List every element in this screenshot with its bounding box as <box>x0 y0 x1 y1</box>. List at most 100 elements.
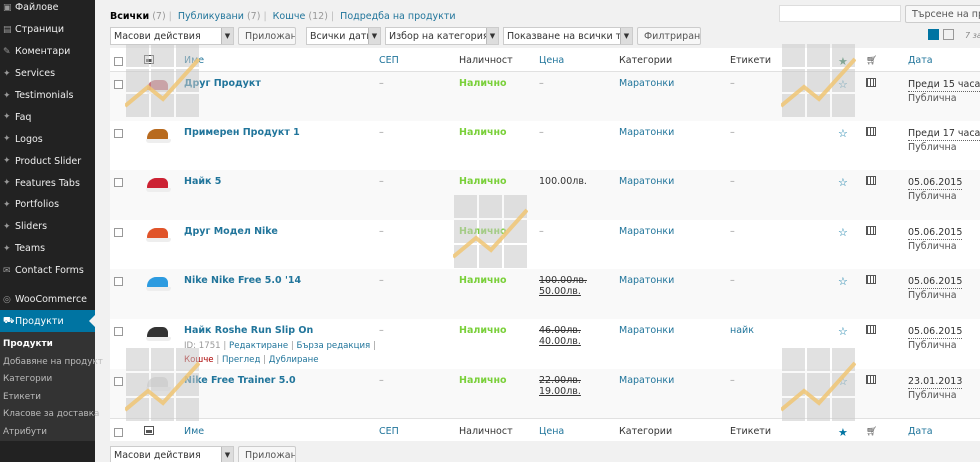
product-name-link[interactable]: Найк 5 <box>184 176 221 187</box>
product-name-link[interactable]: Примерен Продукт 1 <box>184 127 300 138</box>
row-checkbox[interactable] <box>114 79 123 89</box>
testimonials-icon: ✦ <box>3 90 11 101</box>
sidebar-item-contact-forms[interactable]: ✉ Contact Forms <box>0 260 95 282</box>
row-checkbox[interactable] <box>114 376 123 386</box>
column-sku[interactable]: СЕП <box>379 55 399 66</box>
sidebar-item-portfolios[interactable]: ✦ Portfolios <box>0 194 95 216</box>
product-name-link[interactable]: Друг Модел Nike <box>184 226 278 237</box>
search-products-button[interactable]: Търсене на продукт <box>905 5 980 23</box>
product-thumbnail[interactable] <box>144 76 172 96</box>
product-thumbnail[interactable] <box>144 323 172 343</box>
sidebar-item-products[interactable]: ⛟ Продукти <box>0 310 95 333</box>
excerpt-view-icon[interactable] <box>943 29 954 40</box>
select-all-checkbox-bottom[interactable] <box>114 427 123 437</box>
product-type-cart-icon: 🛒︎ <box>866 56 878 66</box>
filter-trash[interactable]: Кошче <box>273 11 306 22</box>
sku-cell: – <box>379 77 384 89</box>
search-input[interactable] <box>779 5 901 22</box>
featured-star-icon[interactable]: ☆ <box>838 375 848 388</box>
row-checkbox[interactable] <box>114 227 123 237</box>
filter-published[interactable]: Публикувани <box>178 11 244 22</box>
sidebar-item-файлове[interactable]: ▣ Файлове <box>0 0 95 19</box>
product-thumbnail[interactable] <box>144 174 172 194</box>
category-link[interactable]: Маратонки <box>619 375 674 386</box>
submenu-shipping-classes[interactable]: Класове за доставка <box>0 406 99 424</box>
apply-button[interactable]: Приложане <box>238 27 296 45</box>
submenu-products[interactable]: Продукти <box>0 336 95 354</box>
sidebar-item-logos[interactable]: ✦ Logos <box>0 128 95 150</box>
featured-star-icon[interactable]: ☆ <box>838 176 848 189</box>
select-all-checkbox[interactable] <box>114 57 123 66</box>
featured-star-icon[interactable]: ☆ <box>838 127 848 140</box>
category-link[interactable]: Маратонки <box>619 127 674 138</box>
product-thumbnail[interactable] <box>144 273 172 293</box>
submenu-attributes[interactable]: Атрибути <box>0 424 95 442</box>
featured-star-icon[interactable]: ☆ <box>838 275 848 288</box>
category-select[interactable]: Избор на категория ▼ <box>385 27 499 45</box>
sidebar-item-features-tabs[interactable]: ✦ Features Tabs <box>0 172 95 194</box>
filter-all[interactable]: Всички <box>110 11 149 22</box>
row-checkbox[interactable] <box>114 128 123 138</box>
post-status: Публична <box>908 339 957 351</box>
submenu-tags[interactable]: Етикети <box>0 389 95 407</box>
featured-star-icon[interactable]: ☆ <box>838 325 848 338</box>
edit-link[interactable]: Редактиране <box>229 341 288 351</box>
sort-products-link[interactable]: Подредба на продукти <box>340 11 455 22</box>
row-checkbox[interactable] <box>114 178 123 188</box>
category-link[interactable]: Маратонки <box>619 275 674 286</box>
view-link[interactable]: Преглед <box>222 355 260 365</box>
submenu-categories[interactable]: Категории <box>0 371 95 389</box>
column-sku-bottom[interactable]: СЕП <box>379 426 399 437</box>
category-link[interactable]: Маратонки <box>619 176 674 187</box>
column-date-bottom[interactable]: Дата <box>908 426 933 437</box>
category-link[interactable]: Маратонки <box>619 226 674 237</box>
product-name-link[interactable]: Найк Roshe Run Slip On <box>184 325 313 336</box>
sidebar-item-woocommerce[interactable]: ◎ WooCommerce <box>0 289 95 311</box>
category-link[interactable]: Маратонки <box>619 325 674 336</box>
column-name-bottom[interactable]: Име <box>184 426 204 437</box>
duplicate-link[interactable]: Дублиране <box>269 355 319 365</box>
featured-star-icon[interactable]: ☆ <box>838 78 848 91</box>
list-view-icon[interactable] <box>928 29 939 40</box>
regular-price: 22.00лв. <box>539 374 581 386</box>
tag-link[interactable]: найк <box>730 325 754 336</box>
sidebar-item-services[interactable]: ✦ Services <box>0 63 95 85</box>
bulk-actions-select[interactable]: Масови действия ▼ <box>110 27 234 45</box>
date-text: 05.06.2015 <box>908 226 963 240</box>
product-thumbnail[interactable] <box>144 224 172 244</box>
sidebar-item-страници[interactable]: ▤ Страници <box>0 19 95 41</box>
row-checkbox[interactable] <box>114 326 123 336</box>
sidebar-item-sliders[interactable]: ✦ Sliders <box>0 216 95 238</box>
filter-button[interactable]: Филтриране <box>637 27 701 45</box>
product-type-select[interactable]: Показване на всички типо ▼ <box>503 27 633 45</box>
column-date[interactable]: Дата <box>908 55 933 66</box>
product-name-link[interactable]: Друг Продукт <box>184 78 261 89</box>
product-thumbnail[interactable] <box>144 373 172 393</box>
apply-button-bottom[interactable]: Приложане <box>238 446 296 462</box>
quick-edit-link[interactable]: Бърза редакция <box>296 341 370 351</box>
sidebar-item-product-slider[interactable]: ✦ Product Slider <box>0 150 95 172</box>
sidebar-item-teams[interactable]: ✦ Teams <box>0 238 95 260</box>
column-price[interactable]: Цена <box>539 55 564 66</box>
featured-star-icon[interactable]: ☆ <box>838 226 848 239</box>
column-price-bottom[interactable]: Цена <box>539 426 564 437</box>
category-link[interactable]: Маратонки <box>619 78 674 89</box>
featured-star-icon[interactable]: ★ <box>838 426 848 439</box>
services-icon: ✦ <box>3 68 11 79</box>
trash-link[interactable]: Кошче <box>184 355 214 365</box>
sidebar-item-faq[interactable]: ✦ Faq <box>0 106 95 128</box>
sidebar-item-testimonials[interactable]: ✦ Testimonials <box>0 85 95 107</box>
product-name-link[interactable]: Nike Free Trainer 5.0 <box>184 375 296 386</box>
product-name-link[interactable]: Nike Nike Free 5.0 '14 <box>184 275 301 286</box>
row-checkbox[interactable] <box>114 277 123 287</box>
items-count: 7 за <box>965 31 980 40</box>
product-thumbnail[interactable] <box>144 125 172 145</box>
tablenav-bottom: Масови действия▼ Приложане <box>110 446 296 462</box>
dates-select[interactable]: Всички дати ▼ <box>306 27 381 45</box>
sidebar-item-коментари[interactable]: ✎ Коментари <box>0 41 95 63</box>
featured-star-icon[interactable]: ★ <box>838 55 848 68</box>
submenu-add-product[interactable]: Добавяне на продукт <box>0 354 103 372</box>
bulk-actions-select-bottom[interactable]: Масови действия ▼ <box>110 446 234 462</box>
column-name[interactable]: Име <box>184 55 204 66</box>
mail-icon: ✉ <box>3 265 11 276</box>
